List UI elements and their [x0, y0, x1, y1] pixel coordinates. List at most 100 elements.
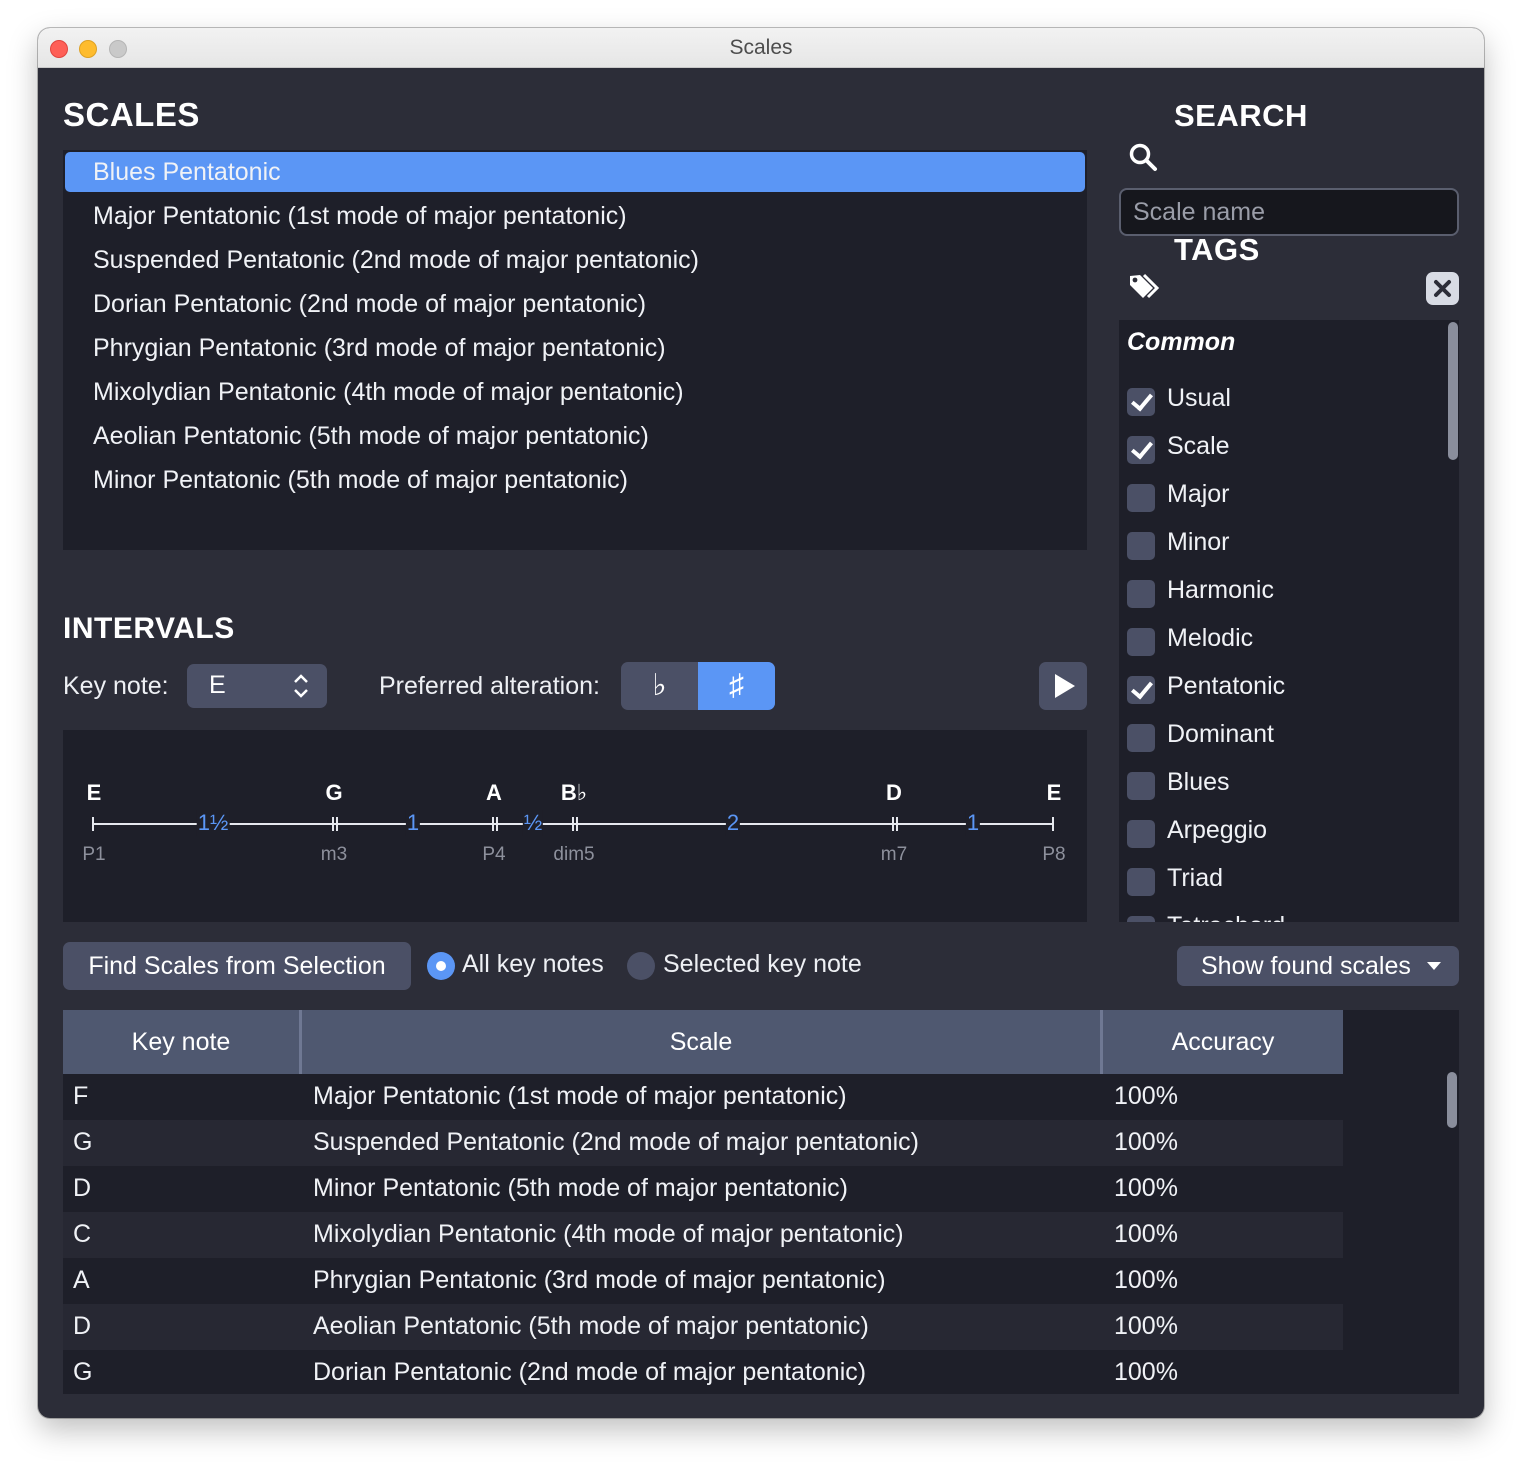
- scale-list-item[interactable]: Aeolian Pentatonic (5th mode of major pe…: [65, 416, 1085, 460]
- column-header-scale[interactable]: Scale: [302, 1010, 1100, 1074]
- scales-list[interactable]: Blues Pentatonic Major Pentatonic (1st mo…: [63, 150, 1087, 550]
- tags-scrollbar[interactable]: [1448, 322, 1458, 460]
- interval-tick: [896, 817, 898, 831]
- interval-note-label: A: [486, 780, 502, 805]
- tag-label[interactable]: Minor: [1167, 528, 1230, 557]
- tag-checkbox[interactable]: [1127, 772, 1155, 800]
- tag-label[interactable]: Usual: [1167, 384, 1231, 413]
- tag-checkbox[interactable]: [1127, 580, 1155, 608]
- show-found-scales-label: Show found scales: [1201, 952, 1411, 980]
- table-row[interactable]: A Phrygian Pentatonic (3rd mode of major …: [63, 1258, 1343, 1304]
- search-icon: [1129, 143, 1157, 171]
- scale-list-item[interactable]: Phrygian Pentatonic (3rd mode of major p…: [65, 328, 1085, 372]
- tag-checkbox[interactable]: [1127, 820, 1155, 848]
- interval-degree-label: P8: [1042, 844, 1066, 865]
- scale-cell: Suspended Pentatonic (2nd mode of major …: [313, 1128, 919, 1156]
- key-note-cell: D: [73, 1312, 92, 1340]
- tag-label[interactable]: Scale: [1167, 432, 1230, 461]
- scale-list-item[interactable]: Mixolydian Pentatonic (4th mode of major…: [65, 372, 1085, 416]
- tag-label[interactable]: Dominant: [1167, 720, 1274, 749]
- table-row[interactable]: G Dorian Pentatonic (2nd mode of major pe…: [63, 1350, 1343, 1394]
- interval-tick: [496, 817, 498, 831]
- key-note-cell: G: [73, 1128, 93, 1156]
- tag-label[interactable]: Tetrachord: [1167, 912, 1285, 922]
- interval-step-label: 1: [405, 810, 421, 836]
- scale-cell: Mixolydian Pentatonic (4th mode of major…: [313, 1220, 904, 1248]
- tag-checkbox[interactable]: [1127, 628, 1155, 656]
- tag-checkbox[interactable]: [1127, 436, 1155, 464]
- table-header: Key note Scale Accuracy: [63, 1010, 1343, 1074]
- key-note-cell: C: [73, 1220, 92, 1248]
- scale-cell: Minor Pentatonic (5th mode of major pent…: [313, 1174, 848, 1202]
- accuracy-cell: 100%: [1114, 1174, 1178, 1202]
- scale-list-item[interactable]: Suspended Pentatonic (2nd mode of major …: [65, 240, 1085, 284]
- table-row[interactable]: G Suspended Pentatonic (2nd mode of major…: [63, 1120, 1343, 1166]
- scale-cell: Aeolian Pentatonic (5th mode of major pe…: [313, 1312, 869, 1340]
- clear-tags-button[interactable]: [1426, 272, 1459, 305]
- scale-list-item[interactable]: Dorian Pentatonic (2nd mode of major pen…: [65, 284, 1085, 328]
- interval-degree-label: m3: [320, 844, 348, 865]
- tag-label[interactable]: Triad: [1167, 864, 1223, 893]
- show-found-scales-dropdown[interactable]: Show found scales: [1177, 946, 1459, 986]
- main-content: SCALES Blues Pentatonic Major Pentatonic …: [38, 68, 1484, 1418]
- accuracy-cell: 100%: [1114, 1358, 1178, 1386]
- scale-name-search-field[interactable]: [1119, 188, 1459, 236]
- key-note-cell: A: [73, 1266, 90, 1294]
- tag-checkbox[interactable]: [1127, 484, 1155, 512]
- accuracy-cell: 100%: [1114, 1312, 1178, 1340]
- accuracy-cell: 100%: [1114, 1128, 1178, 1156]
- interval-degree-label: P1: [82, 844, 106, 865]
- key-note-cell: F: [73, 1082, 89, 1110]
- tag-checkbox[interactable]: [1127, 868, 1155, 896]
- table-row[interactable]: C Mixolydian Pentatonic (4th mode of majo…: [63, 1212, 1343, 1258]
- all-key-notes-radio[interactable]: [427, 952, 455, 980]
- tag-checkbox[interactable]: [1127, 676, 1155, 704]
- play-icon: [1055, 674, 1075, 698]
- key-note-select[interactable]: E: [187, 664, 327, 708]
- interval-tick: [576, 817, 578, 831]
- flat-button[interactable]: ♭: [621, 662, 698, 710]
- tag-checkbox[interactable]: [1127, 388, 1155, 416]
- tag-label[interactable]: Arpeggio: [1167, 816, 1267, 845]
- key-note-cell: G: [73, 1358, 93, 1386]
- scale-cell: Phrygian Pentatonic (3rd mode of major p…: [313, 1266, 886, 1294]
- search-input[interactable]: [1121, 190, 1457, 234]
- tag-label[interactable]: Blues: [1167, 768, 1230, 797]
- selected-key-note-label[interactable]: Selected key note: [663, 950, 862, 979]
- scale-cell: Dorian Pentatonic (2nd mode of major pen…: [313, 1358, 867, 1386]
- accuracy-cell: 100%: [1114, 1220, 1178, 1248]
- scale-list-item[interactable]: Blues Pentatonic: [65, 152, 1085, 192]
- interval-note-label: G: [325, 780, 343, 805]
- tag-label[interactable]: Harmonic: [1167, 576, 1274, 605]
- preferred-alteration-label: Preferred alteration:: [379, 672, 600, 700]
- scale-list-item[interactable]: Minor Pentatonic (5th mode of major pent…: [65, 460, 1085, 504]
- interval-step-label: ½: [522, 810, 544, 836]
- all-key-notes-label[interactable]: All key notes: [462, 950, 604, 979]
- alteration-segmented-control: ♭ ♯: [621, 662, 775, 710]
- key-note-label: Key note:: [63, 672, 169, 700]
- selected-key-note-radio[interactable]: [627, 952, 655, 980]
- scale-list-item[interactable]: Major Pentatonic (1st mode of major pent…: [65, 196, 1085, 240]
- tag-checkbox[interactable]: [1127, 724, 1155, 752]
- play-button[interactable]: [1039, 662, 1087, 710]
- results-table: Key note Scale Accuracy F Major Pentatoni…: [63, 1010, 1459, 1394]
- caret-down-icon: [1427, 962, 1441, 970]
- tag-checkbox[interactable]: [1127, 532, 1155, 560]
- column-header-key-note[interactable]: Key note: [63, 1010, 299, 1074]
- table-row[interactable]: F Major Pentatonic (1st mode of major pen…: [63, 1074, 1343, 1120]
- find-scales-button[interactable]: Find Scales from Selection: [63, 942, 411, 990]
- interval-degree-label: dim5: [553, 844, 595, 865]
- tag-label[interactable]: Pentatonic: [1167, 672, 1285, 701]
- interval-degree-label: m7: [880, 844, 908, 865]
- scale-cell: Major Pentatonic (1st mode of major pent…: [313, 1082, 847, 1110]
- search-heading: SEARCH: [1174, 98, 1308, 133]
- tag-checkbox[interactable]: [1127, 916, 1155, 922]
- tag-label[interactable]: Melodic: [1167, 624, 1253, 653]
- sharp-button[interactable]: ♯: [698, 662, 775, 710]
- tag-label[interactable]: Major: [1167, 480, 1230, 509]
- table-row[interactable]: D Aeolian Pentatonic (5th mode of major p…: [63, 1304, 1343, 1350]
- interval-diagram: E P1 Gm3 A P4 B♭ dim5 Dm7 E P8 1½ 1 ½ 2 1: [63, 730, 1087, 922]
- table-scrollbar[interactable]: [1447, 1072, 1457, 1128]
- table-row[interactable]: D Minor Pentatonic (5th mode of major pen…: [63, 1166, 1343, 1212]
- column-header-accuracy[interactable]: Accuracy: [1103, 1010, 1343, 1074]
